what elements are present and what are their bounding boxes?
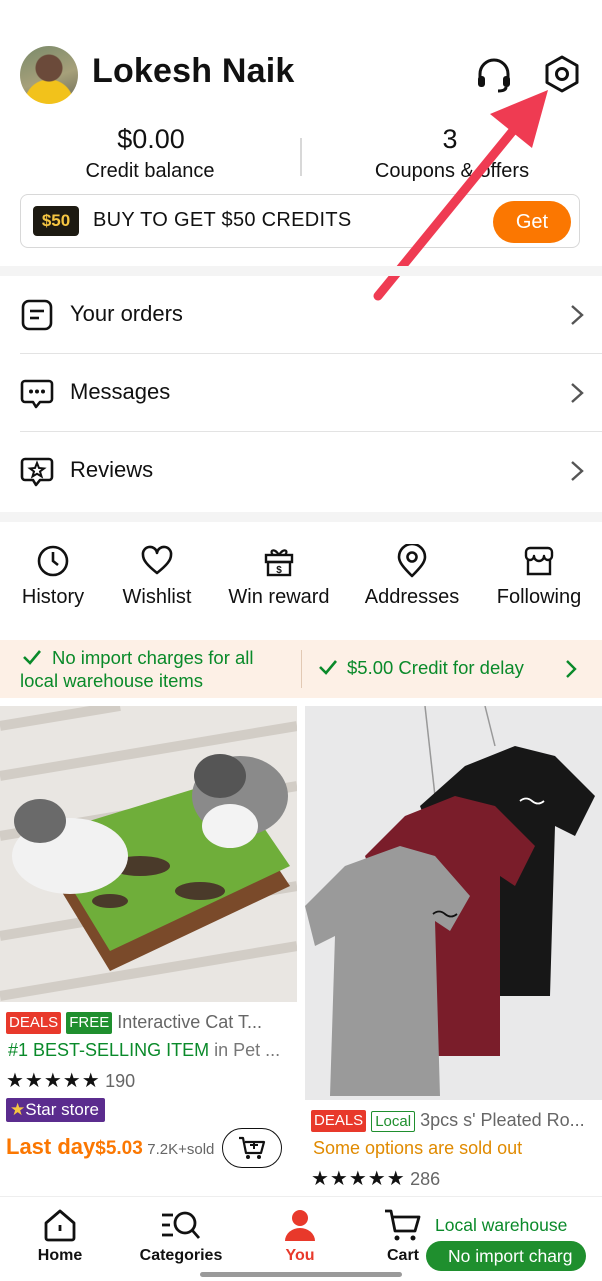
nav-cart[interactable]: Cart bbox=[376, 1207, 430, 1265]
add-to-cart-button[interactable] bbox=[222, 1128, 282, 1168]
menu-row-reviews[interactable]: Reviews bbox=[20, 432, 602, 510]
nav-label: You bbox=[285, 1247, 315, 1264]
nav-home[interactable]: Home bbox=[30, 1207, 90, 1265]
nav-you[interactable]: You bbox=[270, 1207, 330, 1265]
rating-stars: ★★★★★ bbox=[6, 1070, 101, 1092]
credit-balance-value[interactable]: $0.00 bbox=[86, 124, 216, 155]
categories-search-icon bbox=[162, 1211, 201, 1239]
avatar[interactable] bbox=[20, 46, 78, 104]
product-card[interactable]: DEALS FREE Interactive Cat T... #1 BEST-… bbox=[0, 706, 297, 1196]
info-divider bbox=[301, 650, 302, 688]
product-title-line: DEALS Local 3pcs s' Pleated Ro... bbox=[311, 1110, 601, 1133]
price-row: Last day$5.03 7.2K+sold bbox=[6, 1134, 214, 1160]
section-divider bbox=[0, 266, 602, 276]
location-pin-icon bbox=[397, 544, 427, 578]
free-shipping-tag: FREE bbox=[66, 1012, 113, 1035]
product-highlight-line: #1 BEST-SELLING ITEM in Pet ... bbox=[8, 1040, 296, 1061]
star-store-label: Star store bbox=[25, 1100, 99, 1119]
orders-icon bbox=[21, 299, 53, 331]
credit-balance-label[interactable]: Credit balance bbox=[60, 160, 240, 183]
rating-stars: ★★★★★ bbox=[311, 1168, 406, 1190]
chevron-right-icon bbox=[571, 383, 584, 403]
menu-label: Your orders bbox=[70, 301, 183, 326]
price-prefix: Last day bbox=[6, 1134, 96, 1159]
quick-action-label: Win reward bbox=[228, 586, 330, 608]
star-icon: ★ bbox=[10, 1100, 26, 1119]
menu-row-orders[interactable]: Your orders bbox=[20, 276, 602, 354]
import-charges-text: No import charges for all local warehous… bbox=[20, 647, 254, 691]
chevron-right-icon bbox=[571, 461, 584, 481]
heart-icon bbox=[141, 545, 173, 575]
quick-action-label: Following bbox=[496, 586, 582, 608]
bottom-nav: Home Categories You Cart Local warehouse… bbox=[0, 1196, 602, 1281]
chevron-right-icon bbox=[566, 660, 577, 678]
credit-delay-text: $5.00 Credit for delay bbox=[347, 657, 524, 678]
quick-action-addresses[interactable]: Addresses bbox=[358, 544, 466, 609]
menu-row-messages[interactable]: Messages bbox=[20, 354, 602, 432]
home-icon bbox=[44, 1209, 76, 1242]
nav-label: Home bbox=[37, 1247, 83, 1264]
chevron-right-icon bbox=[571, 305, 584, 325]
info-bar[interactable]: No import charges for all local warehous… bbox=[0, 640, 602, 698]
user-icon bbox=[285, 1210, 315, 1241]
deals-tag: DEALS bbox=[6, 1012, 62, 1035]
product-title: 3pcs s' Pleated Ro... bbox=[420, 1110, 585, 1130]
deals-tag: DEALS bbox=[311, 1110, 367, 1133]
sold-count: 7.2K+sold bbox=[147, 1141, 215, 1158]
nav-categories[interactable]: Categories bbox=[134, 1207, 228, 1265]
svg-text:$: $ bbox=[276, 565, 282, 576]
no-import-charges-pill[interactable]: No import charg bbox=[426, 1241, 586, 1271]
checkmark-icon bbox=[319, 660, 337, 675]
star-store-badge: ★Star store bbox=[6, 1098, 105, 1122]
quick-action-label: Wishlist bbox=[122, 586, 192, 608]
review-count: 190 bbox=[105, 1071, 136, 1091]
cart-icon bbox=[385, 1209, 421, 1241]
local-warehouse-title[interactable]: Local warehouse bbox=[435, 1215, 567, 1236]
price: $5.03 bbox=[95, 1138, 143, 1159]
category-text: in Pet ... bbox=[214, 1040, 281, 1060]
product-image-tshirts[interactable] bbox=[305, 706, 602, 1100]
best-selling-text: #1 BEST-SELLING ITEM bbox=[8, 1040, 210, 1060]
rating-row: ★★★★★ 286 bbox=[311, 1166, 440, 1191]
quick-action-win-reward[interactable]: $ Win reward bbox=[224, 544, 334, 609]
quick-action-label: History bbox=[21, 586, 85, 608]
promo-badge: $50 bbox=[33, 206, 79, 236]
review-count: 286 bbox=[410, 1169, 441, 1189]
product-title-line: DEALS FREE Interactive Cat T... bbox=[6, 1012, 296, 1035]
menu-label: Messages bbox=[70, 379, 171, 404]
product-title: Interactive Cat T... bbox=[117, 1012, 262, 1032]
nav-label: Cart bbox=[386, 1247, 419, 1264]
promo-text: BUY TO GET $50 CREDITS bbox=[93, 209, 352, 231]
add-cart-icon bbox=[239, 1136, 266, 1159]
quick-action-wishlist[interactable]: Wishlist bbox=[112, 544, 202, 609]
product-image-cat-toy[interactable] bbox=[0, 706, 297, 1002]
profile-name[interactable]: Lokesh Naik bbox=[92, 52, 295, 91]
section-divider bbox=[0, 512, 602, 522]
stats-divider bbox=[300, 138, 302, 176]
home-indicator bbox=[200, 1272, 402, 1277]
messages-icon bbox=[20, 379, 54, 409]
local-tag: Local bbox=[371, 1110, 416, 1132]
product-card[interactable]: DEALS Local 3pcs s' Pleated Ro... Some o… bbox=[305, 706, 602, 1196]
nav-label: Categories bbox=[139, 1247, 223, 1264]
quick-action-label: Addresses bbox=[364, 586, 460, 608]
store-icon bbox=[524, 546, 554, 576]
quick-action-history[interactable]: History bbox=[14, 544, 92, 609]
reviews-icon bbox=[20, 457, 54, 487]
rating-row: ★★★★★ 190 bbox=[6, 1068, 135, 1093]
menu-label: Reviews bbox=[70, 457, 154, 482]
gift-icon: $ bbox=[264, 549, 294, 577]
quick-action-following[interactable]: Following bbox=[486, 544, 592, 609]
clock-icon bbox=[37, 545, 69, 577]
sold-out-note: Some options are sold out bbox=[313, 1138, 523, 1158]
